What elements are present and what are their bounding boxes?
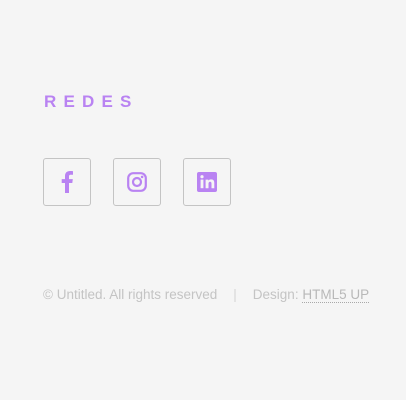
social-links bbox=[43, 158, 231, 206]
footer: REDES © Untitled. All rights reserved | … bbox=[43, 0, 406, 400]
copyright: © Untitled. All rights reserved | Design… bbox=[43, 286, 370, 304]
social-item-facebook bbox=[43, 158, 91, 206]
linkedin-button[interactable] bbox=[183, 158, 231, 206]
design-label: Design: bbox=[252, 287, 303, 302]
linkedin-icon bbox=[197, 172, 217, 192]
social-item-linkedin bbox=[183, 158, 231, 206]
html5up-link[interactable]: HTML5 UP bbox=[302, 287, 370, 303]
copyright-text: © Untitled. All rights reserved bbox=[43, 287, 218, 302]
facebook-icon bbox=[61, 171, 73, 193]
design-credit: Design: HTML5 UP bbox=[252, 286, 370, 304]
facebook-button[interactable] bbox=[43, 158, 91, 206]
instagram-icon bbox=[127, 172, 147, 192]
social-item-instagram bbox=[113, 158, 161, 206]
section-title: REDES bbox=[44, 92, 139, 111]
copyright-separator: | bbox=[233, 287, 237, 302]
instagram-button[interactable] bbox=[113, 158, 161, 206]
